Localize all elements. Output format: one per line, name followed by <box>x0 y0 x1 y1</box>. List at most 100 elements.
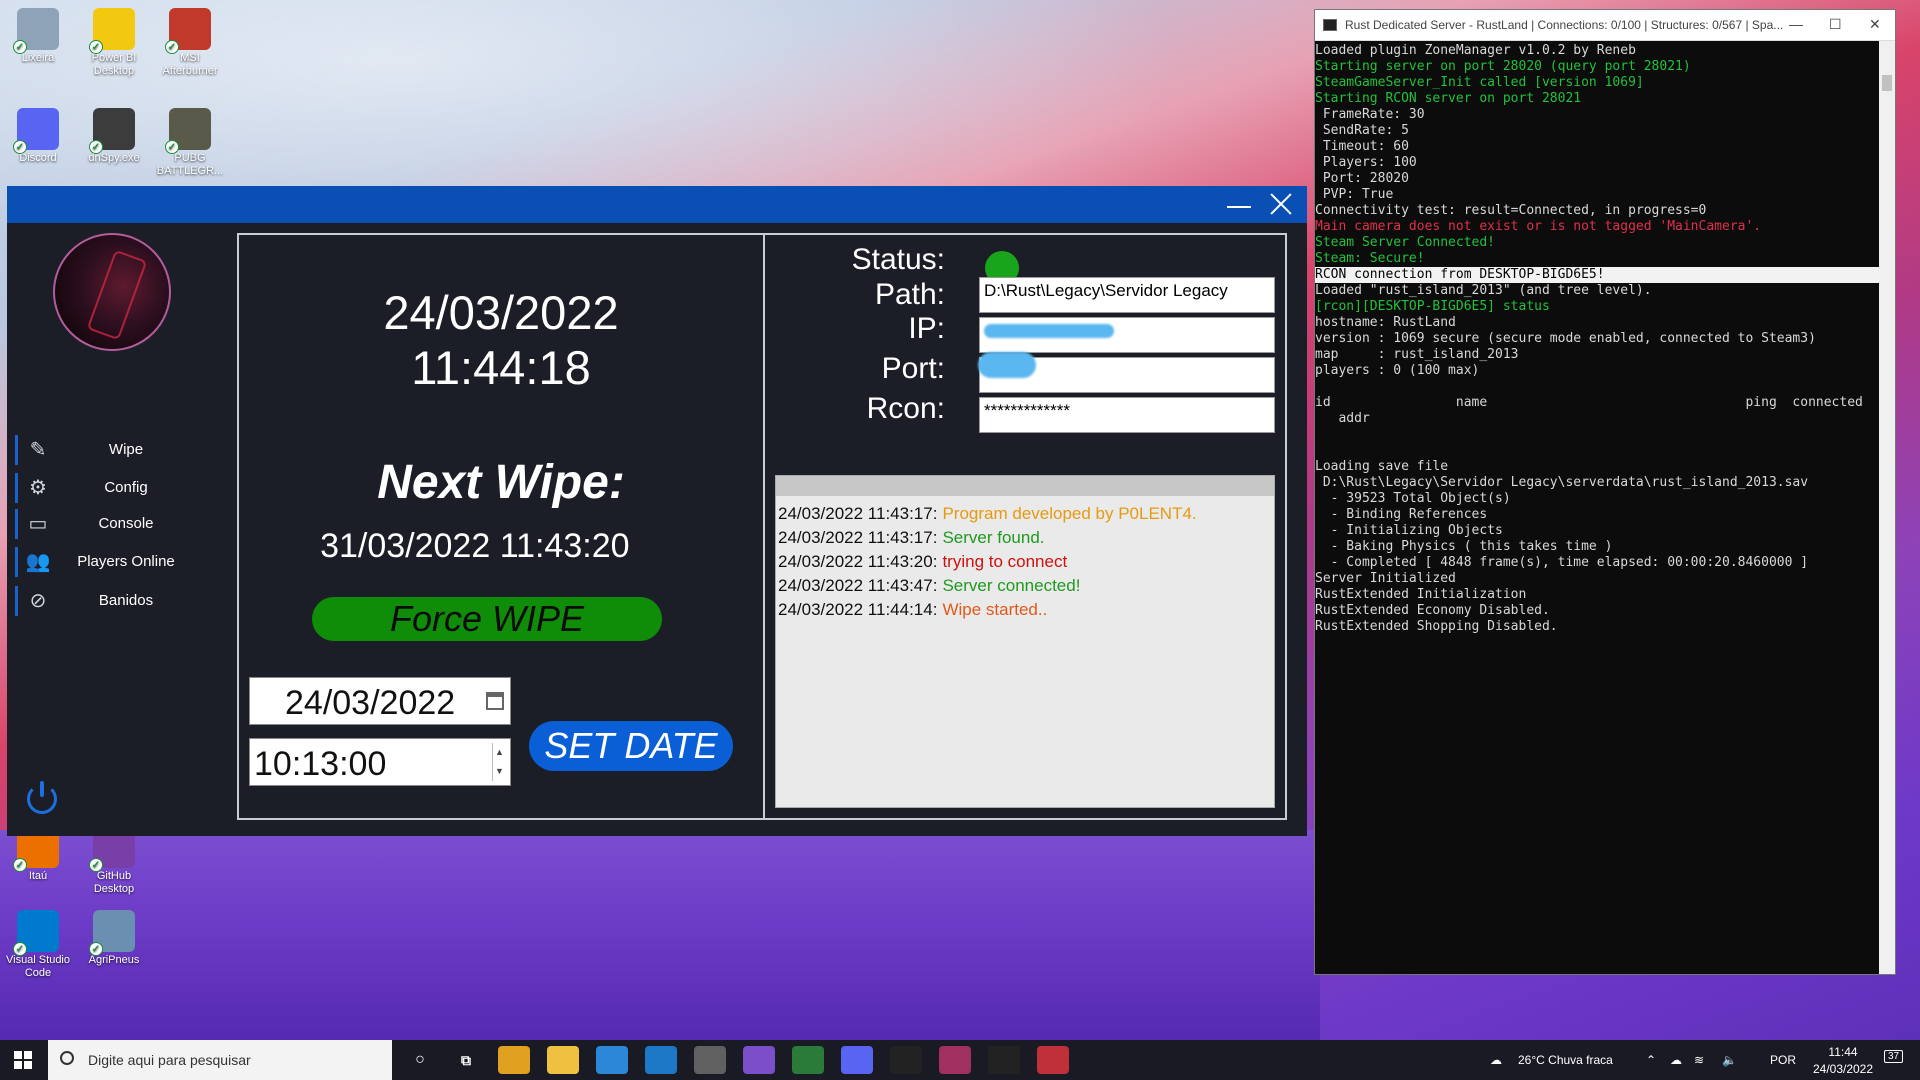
console-line: Loaded plugin ZoneManager v1.0.2 by Rene… <box>1315 43 1636 58</box>
terminal-icon[interactable] <box>988 1046 1020 1074</box>
onedrive-icon[interactable]: ☁ <box>1670 1053 1682 1067</box>
log-entry: 24/03/2022 11:43:47: Server connected! <box>778 576 1080 596</box>
sidebar-item-config[interactable]: ⚙ Config <box>11 471 236 505</box>
desktop-icon[interactable]: ✓ Lixeira <box>3 8 73 65</box>
console-line: Steam: Secure! <box>1315 251 1425 266</box>
spin-down-icon[interactable]: ▼ <box>493 762 506 781</box>
time-stepper[interactable]: 10:13:00 ▲ ▼ <box>249 738 511 786</box>
force-wipe-button[interactable]: Force WIPE <box>312 597 662 641</box>
minimize-button[interactable] <box>1226 194 1252 216</box>
clock-date-tray[interactable]: 24/03/2022 <box>1808 1062 1878 1076</box>
desktop-icon-label: Visual Studio Code <box>5 954 70 979</box>
close-button[interactable] <box>1267 190 1295 218</box>
log-timestamp: 24/03/2022 11:44:14: <box>778 600 938 619</box>
language-indicator[interactable]: POR <box>1770 1053 1796 1067</box>
log-message: Server found. <box>942 528 1045 547</box>
log-entry: 24/03/2022 11:43:17: Server found. <box>778 528 1045 548</box>
weather-text[interactable]: 26°C Chuva fraca <box>1518 1053 1613 1067</box>
path-label: Path: <box>874 278 945 311</box>
gear-icon: ⚙ <box>29 477 47 499</box>
calculator-icon[interactable] <box>694 1046 726 1074</box>
sync-check-icon: ✓ <box>89 40 103 54</box>
weather-icon[interactable]: ☁ <box>1490 1053 1502 1067</box>
app-icon: ✓ <box>13 910 59 956</box>
console-titlebar: Rust Dedicated Server - RustLand | Conne… <box>1315 10 1895 41</box>
sidebar-item-label: Players Online <box>77 553 175 570</box>
explorer-icon[interactable] <box>547 1046 579 1074</box>
taskbar-search[interactable]: Digite aqui para pesquisar <box>48 1040 392 1080</box>
console-line: Connectivity test: result=Connected, in … <box>1315 203 1707 218</box>
console-line: RustExtended Shopping Disabled. <box>1315 619 1558 634</box>
port-field[interactable] <box>978 352 1275 393</box>
desktop-icon[interactable]: ✓ Power BI Desktop <box>79 8 149 78</box>
clock-time-tray[interactable]: 11:44 <box>1808 1045 1878 1059</box>
perf-monitor-icon[interactable] <box>792 1046 824 1074</box>
path-field[interactable]: D:\Rust\Legacy\Servidor Legacy <box>979 277 1275 313</box>
set-date-button[interactable]: SET DATE <box>529 721 733 771</box>
mail-icon[interactable] <box>645 1046 677 1074</box>
log-message: Program developed by P0LENT4. <box>942 504 1197 523</box>
log-timestamp: 24/03/2022 11:43:47: <box>778 576 938 595</box>
app-icon: ✓ <box>89 8 135 54</box>
console-line: players : 0 (100 max) <box>1315 363 1480 378</box>
console-close-button[interactable]: ✕ <box>1869 16 1881 33</box>
console-line: hostname: RustLand <box>1315 315 1456 330</box>
rust-app-icon[interactable] <box>1037 1046 1069 1074</box>
wallpaper-lower <box>0 830 1320 1050</box>
desktop-icon[interactable]: ✓ AgriPneus <box>79 910 149 967</box>
desktop-icon-label: AgriPneus <box>88 954 140 966</box>
desktop-icon[interactable]: ✓ Visual Studio Code <box>3 910 73 980</box>
taskbar: Digite aqui para pesquisar ○ ⧉ ☁ 26°C Ch… <box>0 1040 1920 1080</box>
visual-studio-icon[interactable] <box>743 1046 775 1074</box>
wifi-icon[interactable]: ≋ <box>1694 1053 1704 1067</box>
task-view-icon[interactable]: ⧉ <box>450 1046 482 1074</box>
volume-icon[interactable]: 🔈 <box>1722 1053 1737 1067</box>
ip-field[interactable] <box>979 317 1275 353</box>
spin-up-icon[interactable]: ▲ <box>493 743 506 762</box>
store-icon[interactable] <box>596 1046 628 1074</box>
date-picker[interactable]: 24/03/2022 <box>249 677 511 725</box>
desktop-icon[interactable]: ✓ GitHub Desktop <box>79 826 149 896</box>
sidebar-item-indicator <box>15 473 18 503</box>
rust-server-console: Rust Dedicated Server - RustLand | Conne… <box>1314 9 1896 975</box>
winrar-icon[interactable] <box>939 1046 971 1074</box>
sidebar-item-console[interactable]: ▭ Console <box>11 507 236 541</box>
ip-label: IP: <box>908 312 945 345</box>
calendar-icon[interactable] <box>486 692 504 710</box>
desktop-icon-label: PUBG BATTLEGR... <box>156 152 224 177</box>
logitech-icon[interactable] <box>890 1046 922 1074</box>
console-line: D:\Rust\Legacy\Servidor Legacy\serverdat… <box>1315 475 1809 490</box>
log-entry: 24/03/2022 11:43:20: trying to connect <box>778 552 1067 572</box>
console-maximize-button[interactable]: ☐ <box>1829 16 1842 33</box>
tray-chevron-icon[interactable]: ⌃ <box>1646 1053 1656 1067</box>
app-titlebar <box>7 186 1307 223</box>
log-box[interactable]: 24/03/2022 11:43:17: Program developed by… <box>775 475 1275 808</box>
power-icon[interactable] <box>27 781 57 814</box>
server-panel: Status: Path: D:\Rust\Legacy\Servidor Le… <box>763 233 1287 820</box>
console-minimize-button[interactable]: — <box>1789 16 1803 32</box>
desktop-icon[interactable]: ✓ PUBG BATTLEGR... <box>155 108 225 178</box>
windows-start-icon[interactable] <box>14 1051 32 1069</box>
console-scroll-thumb[interactable] <box>1882 75 1892 91</box>
chrome-icon[interactable] <box>498 1046 530 1074</box>
status-label: Status: <box>851 243 945 276</box>
app-icon: ✓ <box>89 910 135 956</box>
desktop-icon[interactable]: ✓ MSI Afterburner <box>155 8 225 78</box>
sync-check-icon: ✓ <box>89 140 103 154</box>
clock-date: 24/03/2022 <box>383 286 619 339</box>
date-picker-value: 24/03/2022 <box>285 684 456 722</box>
sidebar-item-wipe[interactable]: ✎ Wipe <box>11 433 236 467</box>
log-timestamp: 24/03/2022 11:43:20: <box>778 552 938 571</box>
notification-badge[interactable]: 37 <box>1884 1050 1904 1063</box>
sidebar-item-banidos[interactable]: ⊘ Banidos <box>11 584 236 618</box>
rcon-field[interactable]: ************* <box>979 397 1275 433</box>
desktop-icon[interactable]: ✓ Discord <box>3 108 73 165</box>
console-line: Starting RCON server on port 28021 <box>1315 91 1582 106</box>
sidebar-item-players-online[interactable]: 👥 Players Online <box>11 545 236 579</box>
desktop-icon-label: Discord <box>19 152 57 164</box>
desktop-icon[interactable]: ✓ dnSpy.exe <box>79 108 149 165</box>
discord-icon[interactable] <box>841 1046 873 1074</box>
console-scrollbar[interactable] <box>1879 41 1895 974</box>
cortana-icon[interactable]: ○ <box>404 1046 436 1074</box>
